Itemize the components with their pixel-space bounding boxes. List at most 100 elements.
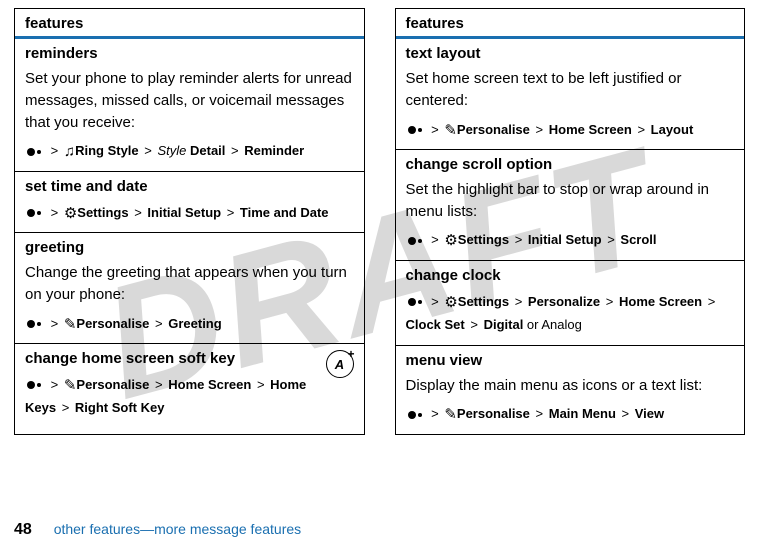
nav-path: > ✎ Personalise > Home Screen > Home Key…: [25, 373, 354, 420]
path-segment: Home Screen: [168, 377, 251, 392]
path-text: Analog: [541, 317, 581, 332]
path-segment: Digital: [484, 317, 524, 332]
path-segment: Settings: [458, 232, 509, 247]
path-segment: Style: [157, 143, 190, 158]
path-segment: Ring Style: [75, 143, 139, 158]
left-column: features reminders Set your phone to play…: [14, 8, 365, 435]
feature-title: change home screen soft key: [25, 350, 354, 367]
center-key-icon: [25, 379, 45, 391]
feature-title: greeting: [25, 239, 354, 256]
path-text: or: [523, 317, 541, 332]
center-key-icon: [406, 409, 426, 421]
breadcrumb-separator: >: [45, 316, 64, 331]
ring-icon: ♫: [64, 144, 75, 159]
breadcrumb-separator: >: [426, 294, 445, 309]
footer-section-label: other features—more message features: [54, 521, 301, 537]
path-segment: Main Menu: [549, 406, 616, 421]
personalise-icon: ✎: [64, 317, 77, 332]
breadcrumb-separator: >: [600, 294, 619, 309]
nav-path: > ⚙ Settings > Personalize > Home Screen…: [406, 290, 735, 337]
breadcrumb-separator: >: [56, 400, 75, 415]
breadcrumb-separator: >: [251, 377, 270, 392]
feature-cell: change clock > ⚙ Settings > Personalize …: [396, 260, 745, 345]
center-key-icon: [406, 124, 426, 136]
feature-description: Set your phone to play reminder alerts f…: [25, 68, 354, 133]
breadcrumb-separator: >: [45, 377, 64, 392]
breadcrumb-separator: >: [426, 122, 445, 137]
breadcrumb-separator: >: [702, 294, 717, 309]
breadcrumb-separator: >: [632, 122, 651, 137]
feature-description: Display the main menu as icons or a text…: [406, 375, 735, 397]
left-cells: reminders Set your phone to play reminder…: [15, 39, 364, 428]
feature-description: Change the greeting that appears when yo…: [25, 262, 354, 306]
center-key-icon: [25, 318, 45, 330]
breadcrumb-separator: >: [616, 406, 635, 421]
breadcrumb-separator: >: [149, 316, 168, 331]
path-segment: Personalise: [76, 316, 149, 331]
center-key-icon: [406, 235, 426, 247]
feature-description: Set home screen text to be left justifie…: [406, 68, 735, 112]
nav-path: > ♫ Ring Style > Style Detail > Reminder: [25, 139, 354, 162]
breadcrumb-separator: >: [530, 406, 549, 421]
feature-cell: reminders Set your phone to play reminder…: [15, 39, 364, 171]
nav-path: > ⚙ Settings > Initial Setup > Time and …: [25, 201, 354, 224]
breadcrumb-separator: >: [221, 205, 240, 220]
feature-description: Set the highlight bar to stop or wrap ar…: [406, 179, 735, 223]
path-segment: Greeting: [168, 316, 221, 331]
path-segment: Personalise: [76, 377, 149, 392]
breadcrumb-separator: >: [45, 205, 64, 220]
breadcrumb-separator: >: [509, 294, 528, 309]
personalise-icon: ✎: [444, 407, 457, 422]
path-segment: Layout: [651, 122, 694, 137]
breadcrumb-separator: >: [509, 232, 528, 247]
path-segment: Right Soft Key: [75, 400, 165, 415]
left-features-header: features: [15, 9, 364, 39]
feature-cell: text layoutSet home screen text to be le…: [396, 39, 745, 149]
settings-icon: ⚙: [444, 233, 457, 248]
breadcrumb-separator: >: [465, 317, 484, 332]
breadcrumb-separator: >: [602, 232, 621, 247]
breadcrumb-separator: >: [149, 377, 168, 392]
feature-title: set time and date: [25, 178, 354, 195]
feature-title: change clock: [406, 267, 735, 284]
right-column: features text layoutSet home screen text…: [395, 8, 746, 435]
accessibility-badge-icon: [326, 350, 354, 378]
nav-path: > ✎ Personalise > Greeting: [25, 312, 354, 335]
personalise-icon: ✎: [444, 123, 457, 138]
breadcrumb-separator: >: [225, 143, 244, 158]
breadcrumb-separator: >: [530, 122, 549, 137]
settings-icon: ⚙: [64, 206, 77, 221]
nav-path: > ✎ Personalise > Home Screen > Layout: [406, 118, 735, 141]
path-segment: Personalise: [457, 122, 530, 137]
feature-cell: menu view Display the main menu as icons …: [396, 345, 745, 434]
center-key-icon: [25, 207, 45, 219]
path-segment: Initial Setup: [528, 232, 602, 247]
feature-title: menu view: [406, 352, 735, 369]
page-footer: 48 other features—more message features: [14, 521, 301, 539]
right-features-header: features: [396, 9, 745, 39]
feature-title: reminders: [25, 45, 354, 62]
nav-path: > ⚙ Settings > Initial Setup > Scroll: [406, 228, 735, 251]
right-cells: text layoutSet home screen text to be le…: [396, 39, 745, 434]
path-segment: Home Screen: [549, 122, 632, 137]
path-segment: Personalise: [457, 406, 530, 421]
path-segment: Reminder: [244, 143, 304, 158]
path-segment: Scroll: [620, 232, 656, 247]
path-segment: Settings: [77, 205, 128, 220]
center-key-icon: [406, 296, 426, 308]
path-segment: Detail: [190, 143, 225, 158]
feature-cell: change home screen soft key > ✎ Personal…: [15, 343, 364, 428]
settings-icon: ⚙: [444, 295, 457, 310]
feature-cell: change scroll optionSet the highlight ba…: [396, 149, 745, 260]
breadcrumb-separator: >: [45, 143, 64, 158]
path-segment: Personalize: [528, 294, 600, 309]
page-number: 48: [14, 521, 32, 538]
breadcrumb-separator: >: [426, 232, 445, 247]
feature-cell: set time and date > ⚙ Settings > Initial…: [15, 171, 364, 232]
path-segment: Home Screen: [619, 294, 702, 309]
path-segment: Settings: [458, 294, 509, 309]
feature-cell: greeting Change the greeting that appears…: [15, 232, 364, 343]
page-columns: features reminders Set your phone to play…: [0, 0, 759, 435]
path-segment: Initial Setup: [147, 205, 221, 220]
path-segment: Clock Set: [406, 317, 465, 332]
